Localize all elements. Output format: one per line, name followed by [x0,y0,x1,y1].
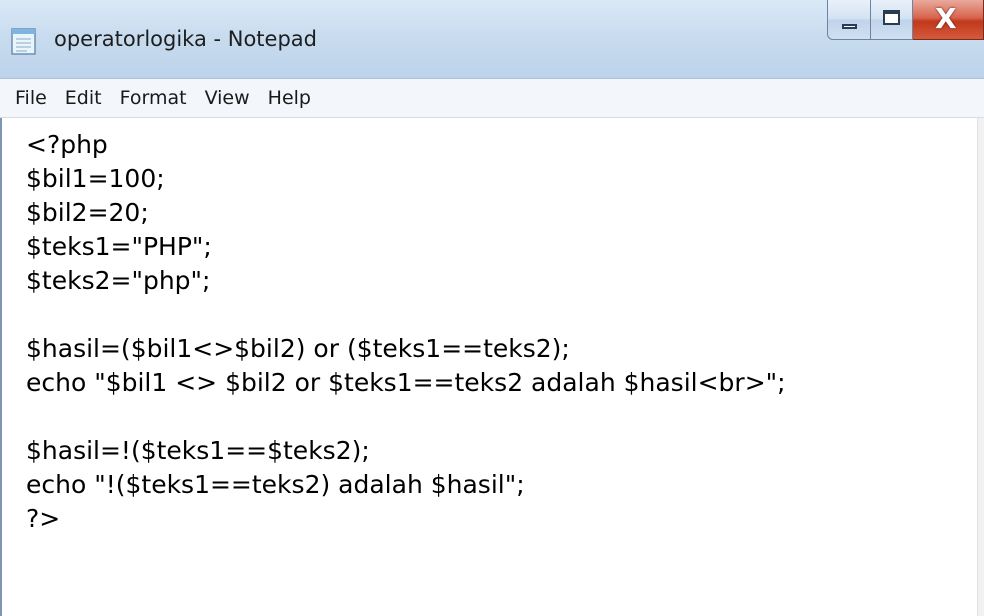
menu-bar: File Edit Format View Help [0,79,984,118]
close-button[interactable]: X [913,0,984,40]
title-bar[interactable]: operatorlogika - Notepad X [0,0,984,79]
menu-format[interactable]: Format [111,79,196,117]
menu-file[interactable]: File [0,79,56,117]
code-line: echo "$bil1 <> $bil2 or $teks1==teks2 ad… [26,368,786,397]
notepad-icon [11,28,36,55]
menu-view[interactable]: View [196,79,259,117]
menu-edit[interactable]: Edit [56,79,111,117]
maximize-button[interactable] [871,0,913,40]
window-title: operatorlogika - Notepad [54,27,317,51]
code-content: <?php $bil1=100; $bil2=20; $teks1="PHP";… [26,128,786,536]
menu-help[interactable]: Help [259,79,320,117]
code-line: ?> [26,504,61,533]
text-editor-area[interactable]: <?php $bil1=100; $bil2=20; $teks1="PHP";… [0,118,984,616]
code-line: $teks1="PHP"; [26,232,212,261]
close-icon: X [935,2,957,35]
code-line: $bil2=20; [26,198,149,227]
code-line: $bil1=100; [26,164,165,193]
minimize-button[interactable] [827,0,871,40]
window-controls: X [827,0,984,44]
code-line: $hasil=!($teks1==$teks2); [26,436,370,465]
code-line: echo "!($teks1==teks2) adalah $hasil"; [26,470,525,499]
maximize-icon [883,10,900,25]
code-line: $hasil=($bil1<>$bil2) or ($teks1==teks2)… [26,334,570,363]
code-line: <?php [26,130,108,159]
code-line: $teks2="php"; [26,266,211,295]
minimize-icon [842,24,857,29]
vertical-scrollbar[interactable] [977,118,984,616]
